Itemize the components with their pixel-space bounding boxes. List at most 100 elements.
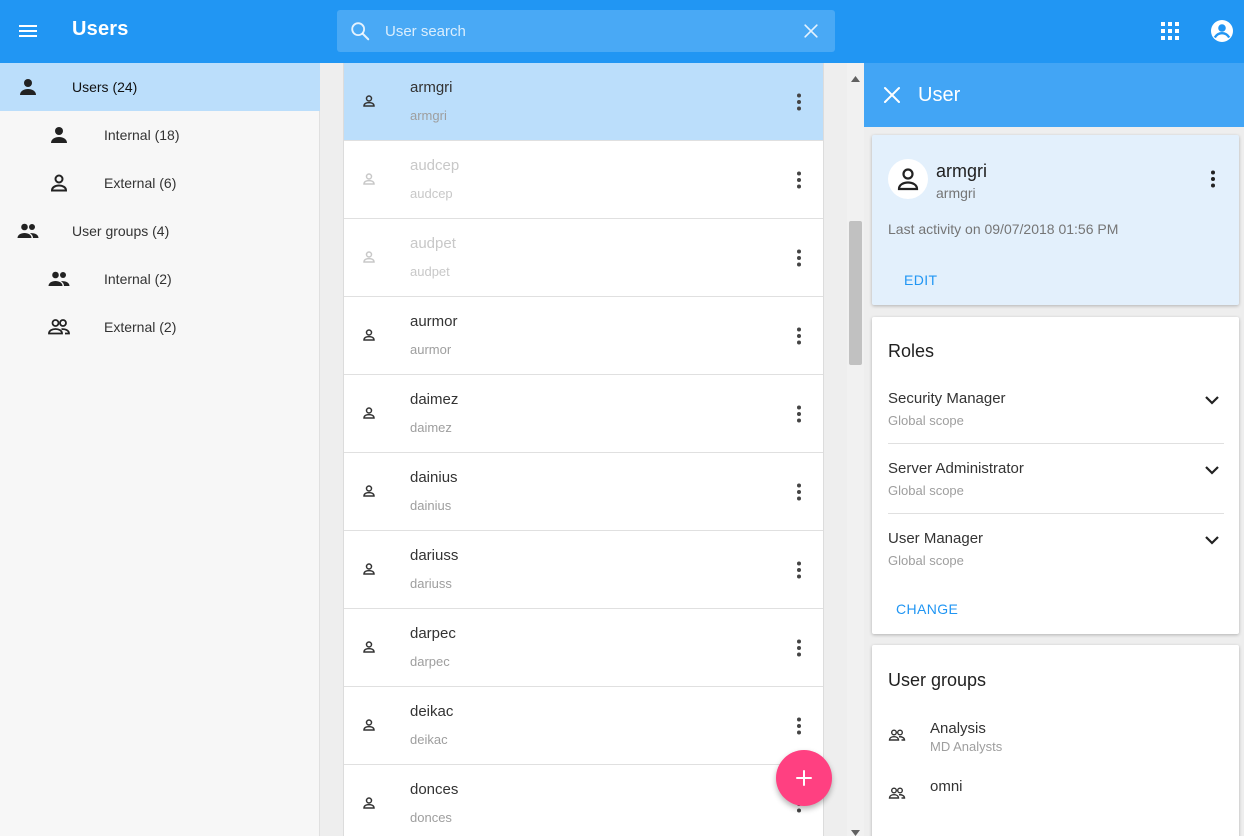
user-login: armgri bbox=[410, 108, 447, 123]
more-vert-icon[interactable] bbox=[787, 714, 811, 738]
user-name: deikac bbox=[410, 703, 454, 720]
avatar bbox=[888, 159, 928, 199]
group-name: omni bbox=[930, 778, 963, 795]
apps-icon[interactable] bbox=[1159, 20, 1181, 42]
sidebar-item-label: Internal (18) bbox=[104, 127, 180, 143]
sidebar-item-users-internal[interactable]: Internal (18) bbox=[0, 111, 320, 159]
person-outline-icon bbox=[361, 171, 377, 187]
chevron-down-icon[interactable] bbox=[1202, 530, 1222, 550]
more-vert-icon[interactable] bbox=[787, 402, 811, 426]
more-vert-icon[interactable] bbox=[787, 246, 811, 270]
person-outline-icon bbox=[361, 795, 377, 811]
search-input[interactable] bbox=[385, 10, 785, 52]
scroll-up-arrow-icon[interactable] bbox=[851, 69, 860, 82]
person-outline-icon bbox=[361, 639, 377, 655]
role-scope: Global scope bbox=[888, 483, 964, 498]
role-item[interactable]: Server Administrator Global scope bbox=[888, 460, 1224, 530]
user-name: donces bbox=[410, 781, 459, 798]
user-name: armgri bbox=[410, 79, 453, 96]
divider bbox=[888, 513, 1224, 514]
user-display-name: armgri bbox=[936, 161, 988, 181]
list-item[interactable]: donces donces bbox=[344, 765, 823, 836]
more-vert-icon[interactable] bbox=[787, 558, 811, 582]
list-item[interactable]: armgri armgri bbox=[344, 63, 823, 141]
role-name: User Manager bbox=[888, 530, 984, 547]
sidebar-item-users-external[interactable]: External (6) bbox=[0, 159, 320, 207]
role-item[interactable]: Security Manager Global scope bbox=[888, 390, 1224, 460]
chevron-down-icon[interactable] bbox=[1202, 390, 1222, 410]
list-item[interactable]: darpec darpec bbox=[344, 609, 823, 687]
sidebar-item-label: Internal (2) bbox=[104, 271, 172, 287]
list-scrollbar[interactable] bbox=[847, 63, 864, 836]
edit-button[interactable]: EDIT bbox=[904, 272, 938, 288]
user-name: dariuss bbox=[410, 547, 459, 564]
sidebar: Users (24) Internal (18) External (6) Us… bbox=[0, 63, 320, 836]
close-icon[interactable] bbox=[882, 85, 902, 105]
list-item[interactable]: deikac deikac bbox=[344, 687, 823, 765]
sidebar-item-label: External (6) bbox=[104, 175, 177, 191]
more-vert-icon[interactable] bbox=[787, 636, 811, 660]
plus-icon bbox=[796, 770, 812, 786]
list-item[interactable]: audpet audpet bbox=[344, 219, 823, 297]
more-vert-icon[interactable] bbox=[787, 324, 811, 348]
account-circle-icon[interactable] bbox=[1209, 18, 1235, 44]
group-name: Analysis bbox=[930, 720, 986, 737]
clear-icon[interactable] bbox=[801, 21, 821, 41]
more-vert-icon[interactable] bbox=[787, 90, 811, 114]
user-name: daimez bbox=[410, 391, 459, 408]
change-roles-button[interactable]: CHANGE bbox=[896, 601, 958, 617]
chevron-down-icon[interactable] bbox=[1202, 460, 1222, 480]
person-outline-icon bbox=[361, 561, 377, 577]
list-item[interactable]: audcep audcep bbox=[344, 141, 823, 219]
user-name: audcep bbox=[410, 157, 460, 174]
person-outline-icon bbox=[47, 171, 71, 195]
sidebar-item-groups-internal[interactable]: Internal (2) bbox=[0, 255, 320, 303]
user-list-container: armgri armgri audcep audcep audpet audpe… bbox=[321, 63, 864, 836]
people-icon bbox=[16, 219, 40, 243]
person-outline-icon bbox=[361, 405, 377, 421]
menu-icon[interactable] bbox=[16, 19, 40, 43]
user-groups-title: User groups bbox=[888, 670, 987, 690]
user-login: daimez bbox=[410, 420, 452, 435]
person-outline-icon bbox=[361, 483, 377, 499]
search-icon bbox=[349, 20, 371, 42]
person-icon bbox=[16, 75, 40, 99]
list-item[interactable]: dainius dainius bbox=[344, 453, 823, 531]
user-login: dariuss bbox=[410, 576, 452, 591]
user-login: deikac bbox=[410, 732, 448, 747]
user-groups-card: User groups Analysis MD Analysts omni bbox=[872, 645, 1239, 836]
more-vert-icon[interactable] bbox=[787, 480, 811, 504]
role-name: Security Manager bbox=[888, 390, 1006, 407]
user-login: armgri bbox=[936, 185, 976, 201]
person-outline-icon bbox=[361, 249, 377, 265]
list-item[interactable]: dariuss dariuss bbox=[344, 531, 823, 609]
group-item[interactable]: Analysis MD Analysts bbox=[888, 720, 1224, 760]
app-bar: Users bbox=[0, 0, 1244, 63]
user-name: audpet bbox=[410, 235, 456, 252]
people-icon bbox=[47, 267, 71, 291]
divider bbox=[888, 443, 1224, 444]
sidebar-item-users[interactable]: Users (24) bbox=[0, 63, 320, 111]
person-outline-icon bbox=[361, 717, 377, 733]
user-login: aurmor bbox=[410, 342, 452, 357]
scroll-thumb[interactable] bbox=[849, 221, 862, 365]
more-vert-icon[interactable] bbox=[1201, 167, 1225, 191]
person-outline-icon bbox=[897, 168, 919, 191]
user-login: donces bbox=[410, 810, 452, 825]
sidebar-item-user-groups[interactable]: User groups (4) bbox=[0, 207, 320, 255]
scroll-down-arrow-icon[interactable] bbox=[851, 823, 860, 836]
user-login: dainius bbox=[410, 498, 452, 513]
last-activity: Last activity on 09/07/2018 01:56 PM bbox=[888, 221, 1119, 237]
add-user-button[interactable] bbox=[776, 750, 832, 806]
list-item[interactable]: aurmor aurmor bbox=[344, 297, 823, 375]
person-outline-icon bbox=[361, 327, 377, 343]
role-scope: Global scope bbox=[888, 553, 964, 568]
role-scope: Global scope bbox=[888, 413, 964, 428]
role-item[interactable]: User Manager Global scope bbox=[888, 530, 1224, 600]
more-vert-icon[interactable] bbox=[787, 168, 811, 192]
list-item[interactable]: daimez daimez bbox=[344, 375, 823, 453]
user-login: darpec bbox=[410, 654, 450, 669]
sidebar-item-label: External (2) bbox=[104, 319, 177, 335]
sidebar-item-groups-external[interactable]: External (2) bbox=[0, 303, 320, 351]
group-item[interactable]: omni bbox=[888, 778, 1224, 818]
